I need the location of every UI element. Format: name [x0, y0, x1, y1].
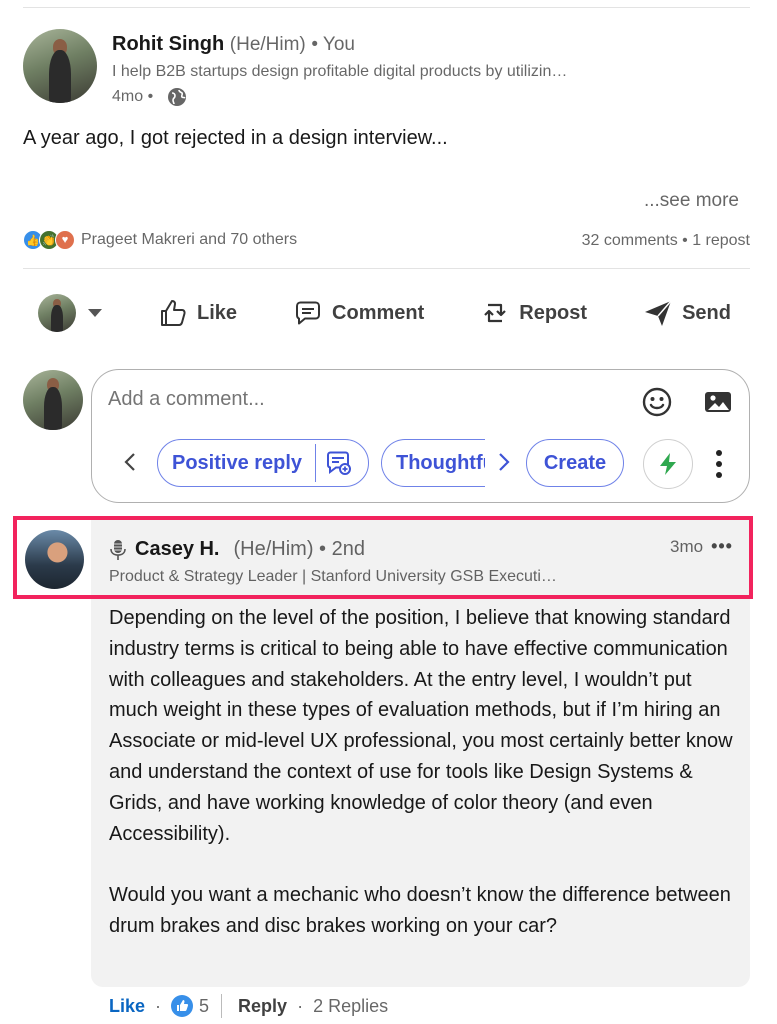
comment-input[interactable] [108, 388, 608, 411]
actor-selector[interactable] [38, 294, 102, 332]
post-author-avatar[interactable] [23, 29, 97, 103]
comment-text: Depending on the level of the position, … [109, 603, 734, 942]
love-reaction-icon: ♥ [55, 230, 75, 250]
actor-avatar[interactable] [38, 294, 76, 332]
comment-like-button[interactable]: Like [109, 996, 145, 1017]
commenter-line[interactable]: Casey H. (He/Him) • 2nd [109, 538, 365, 561]
top-divider [23, 7, 750, 8]
send-button[interactable]: Send [642, 297, 731, 329]
comment-button[interactable]: Comment [292, 297, 424, 329]
comment-time: 3mo [670, 536, 704, 556]
send-label: Send [682, 301, 731, 324]
pill-separator [315, 444, 317, 482]
commenter-name[interactable]: Casey H. [135, 538, 220, 561]
commenter-meta: (He/Him) • 2nd [233, 538, 365, 560]
comment-icon [296, 301, 321, 325]
thumbs-up-icon [161, 300, 186, 326]
positive-reply-suggestion[interactable]: Positive reply [157, 439, 369, 487]
post-text: A year ago, I got rejected in a design i… [23, 127, 448, 149]
comment-label: Comment [332, 301, 425, 324]
create-label: Create [543, 451, 607, 474]
create-suggestion[interactable]: Create [526, 439, 624, 487]
composer-avatar[interactable] [23, 370, 83, 430]
replies-link[interactable]: 2 Replies [313, 996, 388, 1017]
post-author-name[interactable]: Rohit Singh [112, 33, 224, 55]
add-comment-icon[interactable] [324, 449, 352, 477]
mid-divider [23, 268, 750, 269]
post-author-headline: I help B2B startups design profitable di… [112, 63, 568, 80]
reply-button[interactable]: Reply [238, 996, 287, 1017]
comment-time-wrap: 3mo ••• [670, 536, 733, 557]
repost-button[interactable]: Repost [479, 297, 587, 329]
comment-paragraph: Depending on the level of the position, … [109, 607, 733, 845]
comment-paragraph: Would you want a mechanic who doesn’t kn… [109, 884, 731, 937]
dot-separator: · [297, 995, 304, 1016]
comment-composer: Positive reply Thoughtful Create [91, 369, 750, 503]
more-options-icon[interactable]: ••• [711, 536, 733, 557]
comment-actions: Like · 5 Reply · 2 Replies [109, 994, 388, 1018]
post-author-pronouns: (He/Him) [229, 34, 306, 55]
post-action-bar: Like Comment Repost Send [38, 290, 731, 336]
see-more-link[interactable]: ...see more [644, 190, 739, 212]
post-time-text: 4mo • [112, 88, 154, 105]
thoughtful-suggestion[interactable]: Thoughtful [381, 439, 485, 487]
post-time: 4mo • [112, 87, 187, 107]
reactions-text[interactable]: Prageet Makreri and 70 others [81, 231, 297, 249]
globe-icon [168, 88, 187, 106]
post-author-line[interactable]: Rohit Singh (He/Him) • You [112, 33, 355, 56]
positive-reply-label: Positive reply [172, 451, 303, 474]
image-icon[interactable] [702, 386, 734, 418]
comment-like-count[interactable]: 5 [199, 996, 209, 1017]
repost-icon [484, 303, 507, 323]
post-author-relation: • You [311, 34, 355, 55]
ai-assist-button[interactable] [643, 439, 693, 489]
commenter-avatar[interactable] [25, 530, 84, 589]
commenter-headline: Product & Strategy Leader | Stanford Uni… [109, 568, 557, 585]
chevron-down-icon[interactable] [88, 309, 102, 317]
send-icon [645, 300, 672, 326]
lightning-icon [660, 453, 676, 475]
like-button[interactable]: Like [157, 297, 237, 329]
chevron-left-icon[interactable] [122, 452, 138, 472]
like-reaction-icon[interactable] [171, 995, 194, 1017]
like-label: Like [197, 301, 238, 324]
chevron-right-icon[interactable] [496, 452, 512, 472]
comments-reposts-count[interactable]: 32 comments • 1 repost [582, 232, 750, 250]
dot-separator: · [155, 995, 162, 1016]
more-vertical-icon[interactable] [712, 448, 726, 480]
repost-label: Repost [519, 301, 588, 324]
microphone-icon [110, 539, 126, 560]
reactions-summary[interactable]: 👍 👏 ♥ Prageet Makreri and 70 others [23, 230, 297, 250]
thoughtful-label: Thoughtful [396, 451, 485, 474]
vertical-divider [221, 994, 223, 1018]
emoji-icon[interactable] [641, 386, 673, 418]
